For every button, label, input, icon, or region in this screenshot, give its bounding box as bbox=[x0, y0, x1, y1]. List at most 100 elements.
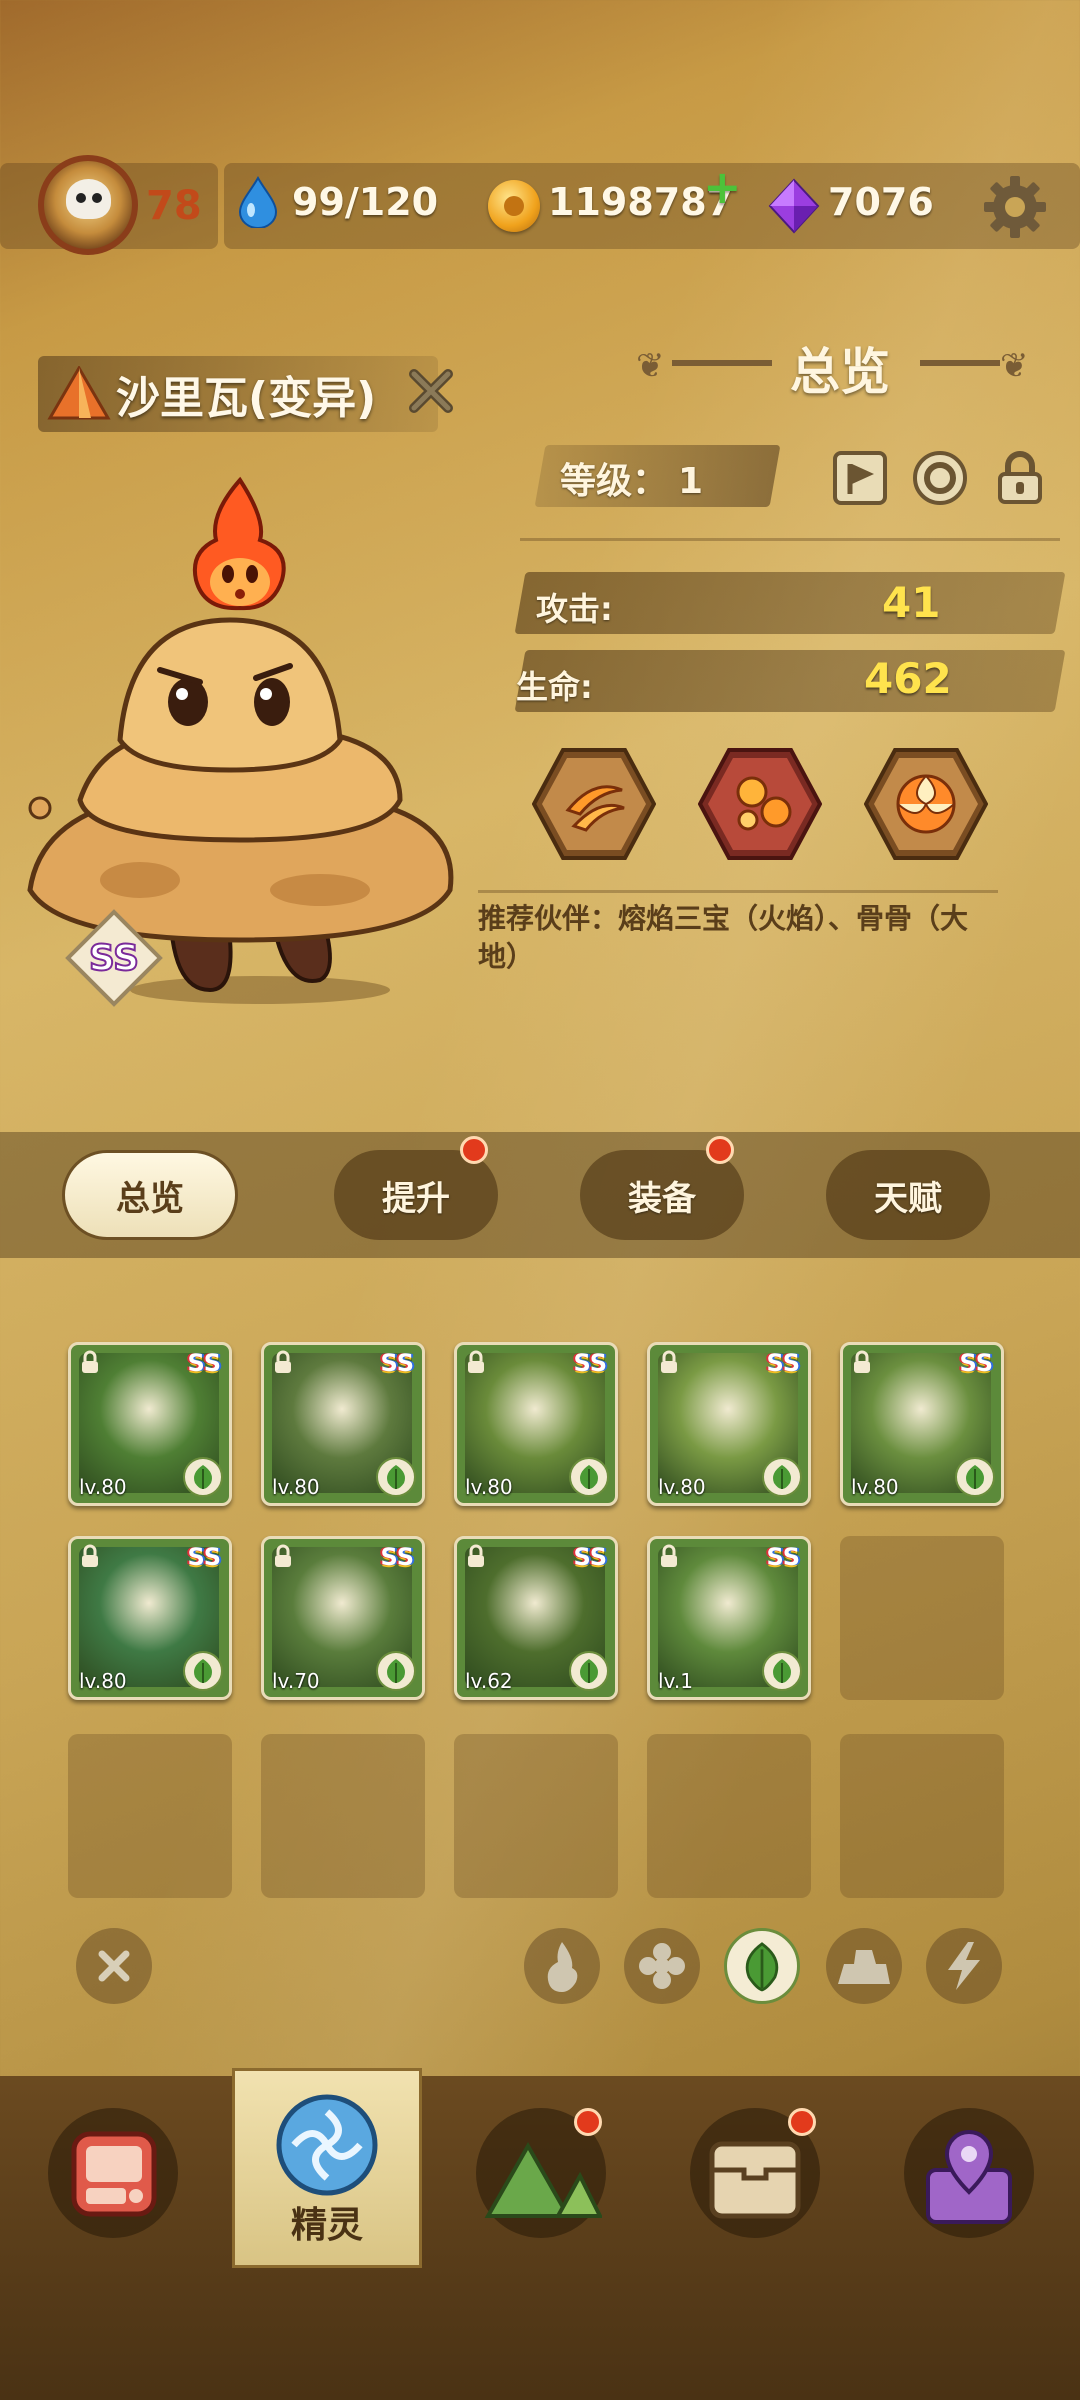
leaf-filter-icon[interactable] bbox=[724, 1928, 800, 2004]
empty-slot bbox=[261, 1734, 425, 1898]
spirit-card[interactable]: SS lv.80 bbox=[68, 1536, 232, 1700]
earth-element-icon bbox=[47, 366, 111, 420]
spirit-card[interactable]: SS lv.80 bbox=[261, 1342, 425, 1506]
lock-icon bbox=[275, 1544, 291, 1567]
gem-value: 7076 bbox=[828, 180, 934, 224]
spirit-card[interactable]: SS lv.80 bbox=[454, 1342, 618, 1506]
empty-slot bbox=[647, 1734, 811, 1898]
leaf-icon bbox=[183, 1457, 223, 1497]
map-pin-icon bbox=[926, 2129, 1012, 2224]
lock-icon bbox=[82, 1544, 98, 1567]
leaf-icon bbox=[955, 1457, 995, 1497]
divider-2 bbox=[478, 890, 998, 893]
level-label: lv.80 bbox=[851, 1475, 899, 1499]
spirit-card[interactable]: SS lv.70 bbox=[261, 1536, 425, 1700]
leaf-icon bbox=[569, 1651, 609, 1691]
tab-talent[interactable]: 天赋 bbox=[826, 1150, 990, 1240]
level-label: lv.62 bbox=[465, 1669, 513, 1693]
spirit-name: 沙里瓦(变异) bbox=[116, 373, 377, 424]
rank-label: SS bbox=[573, 1543, 608, 1571]
rank-label: SS bbox=[187, 1543, 222, 1571]
player-level: 78 bbox=[146, 183, 202, 229]
lock-icon bbox=[468, 1350, 484, 1373]
level-label: lv.1 bbox=[658, 1669, 693, 1693]
empty-slot bbox=[454, 1734, 618, 1898]
fire-filter-icon[interactable] bbox=[524, 1928, 600, 2004]
lock-icon bbox=[661, 1350, 677, 1373]
hp-label: 生命: bbox=[516, 668, 593, 706]
recommend-text: 推荐伙伴：熔焰三宝（火焰）、骨骨（大地） bbox=[478, 902, 969, 973]
chest-icon bbox=[709, 2141, 801, 2219]
panel-title: 总览 bbox=[790, 343, 890, 401]
skill-claw-icon[interactable] bbox=[532, 748, 656, 860]
rank-badge: SS bbox=[65, 909, 163, 1007]
spirit-card[interactable]: SS lv.80 bbox=[68, 1342, 232, 1506]
ornament-right-icon: ❦ bbox=[1000, 346, 1029, 386]
spirit-card[interactable]: SS lv.80 bbox=[840, 1342, 1004, 1506]
tab-overview[interactable]: 总览 bbox=[62, 1150, 238, 1240]
chest-badge bbox=[788, 2108, 816, 2136]
attack-label: 攻击: bbox=[536, 590, 613, 628]
skill-swirl-icon[interactable] bbox=[864, 748, 988, 860]
leaf-icon bbox=[569, 1457, 609, 1497]
rank-label: SS bbox=[766, 1349, 801, 1377]
lock-icon bbox=[275, 1350, 291, 1373]
level-label: lv.80 bbox=[79, 1475, 127, 1499]
stamina-value: 99/120 bbox=[292, 180, 439, 224]
empty-slot bbox=[68, 1734, 232, 1898]
level-label: lv.80 bbox=[79, 1669, 127, 1693]
level-label: lv.80 bbox=[658, 1475, 706, 1499]
coin-icon bbox=[488, 180, 540, 232]
lock-icon bbox=[854, 1350, 870, 1373]
earth-filter-icon[interactable] bbox=[826, 1928, 902, 2004]
level-label: lv.80 bbox=[272, 1475, 320, 1499]
nav-spirit-label: 精灵 bbox=[290, 2205, 363, 2246]
level-label: lv.80 bbox=[465, 1475, 513, 1499]
clear-filter-icon[interactable] bbox=[76, 1928, 152, 2004]
spirit-card[interactable]: SS lv.1 bbox=[647, 1536, 811, 1700]
svg-text:SS: SS bbox=[89, 938, 139, 979]
level-label: 等级： 1 bbox=[560, 461, 704, 502]
lightning-filter-icon[interactable] bbox=[926, 1928, 1002, 2004]
rank-label: SS bbox=[959, 1349, 994, 1377]
lock-icon bbox=[82, 1350, 98, 1373]
snowflake-filter-icon[interactable] bbox=[624, 1928, 700, 2004]
target-icon[interactable] bbox=[912, 450, 968, 506]
skill-orbs-icon[interactable] bbox=[698, 748, 822, 860]
rank-label: SS bbox=[380, 1543, 415, 1571]
gem-icon bbox=[768, 178, 820, 234]
empty-slot bbox=[840, 1734, 1004, 1898]
ornament-line-left bbox=[672, 360, 772, 366]
hp-value: 462 bbox=[864, 654, 952, 703]
ornament-line-right bbox=[920, 360, 1000, 366]
water-drop-icon bbox=[238, 176, 278, 228]
spirit-card[interactable]: SS lv.80 bbox=[647, 1342, 811, 1506]
divider bbox=[520, 538, 1060, 541]
gear-icon[interactable] bbox=[980, 172, 1050, 242]
equipment-badge bbox=[706, 1136, 734, 1164]
upgrade-badge bbox=[460, 1136, 488, 1164]
leaf-icon bbox=[376, 1651, 416, 1691]
shop-icon bbox=[71, 2131, 157, 2217]
adventure-badge bbox=[574, 2108, 602, 2136]
close-icon[interactable] bbox=[404, 364, 458, 418]
leaf-icon bbox=[376, 1457, 416, 1497]
spirit-icon bbox=[276, 2094, 378, 2196]
leaf-icon bbox=[183, 1651, 223, 1691]
rank-label: SS bbox=[573, 1349, 608, 1377]
mountain-icon bbox=[484, 2141, 602, 2218]
attack-value: 41 bbox=[882, 578, 941, 627]
leaf-icon bbox=[762, 1457, 802, 1497]
spirit-card[interactable]: SS lv.62 bbox=[454, 1536, 618, 1700]
lock-icon[interactable] bbox=[992, 450, 1048, 506]
empty-slot bbox=[840, 1536, 1004, 1700]
level-label: lv.70 bbox=[272, 1669, 320, 1693]
rank-label: SS bbox=[187, 1349, 222, 1377]
add-coins-button[interactable]: + bbox=[703, 160, 742, 214]
player-avatar[interactable] bbox=[38, 155, 138, 255]
lock-icon bbox=[661, 1544, 677, 1567]
play-icon[interactable] bbox=[832, 450, 888, 506]
lock-icon bbox=[468, 1544, 484, 1567]
skull-icon bbox=[66, 179, 111, 219]
rank-label: SS bbox=[380, 1349, 415, 1377]
